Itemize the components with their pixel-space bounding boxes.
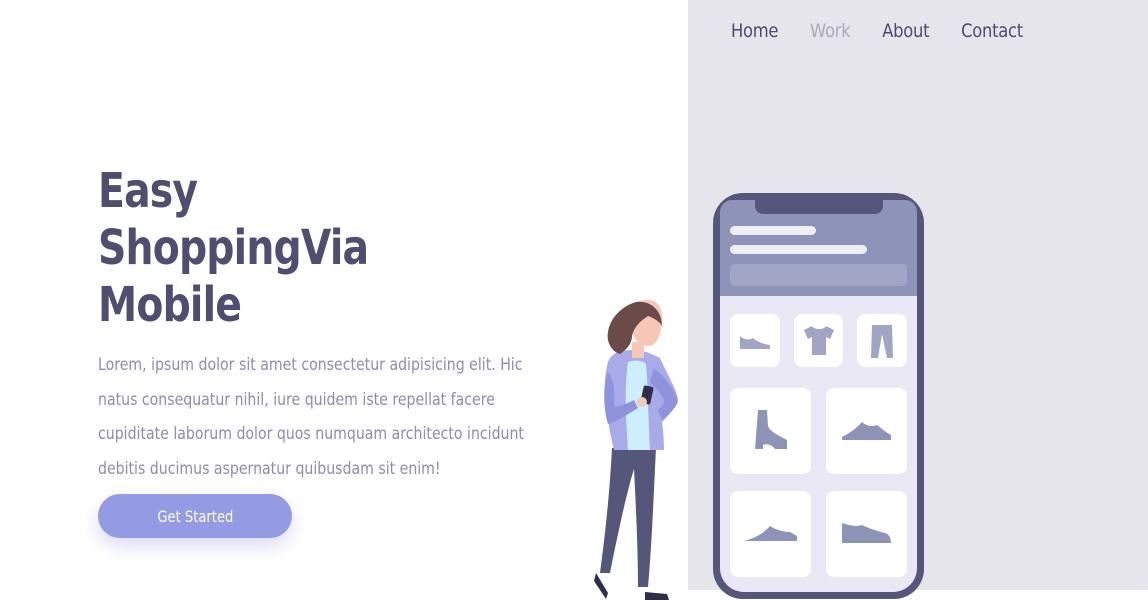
phone-illustration [713,193,924,599]
woman-with-phone-figure [594,300,678,600]
shopping-illustration [594,193,924,600]
hand [637,397,647,407]
phone-search-bar [730,264,907,286]
header-line-1 [730,226,816,235]
header-line-2 [730,245,867,254]
shoe-left [594,573,608,599]
shoe-right [645,592,669,600]
phone-notch [755,196,883,214]
legs [600,448,656,587]
tile-pants [857,314,907,367]
